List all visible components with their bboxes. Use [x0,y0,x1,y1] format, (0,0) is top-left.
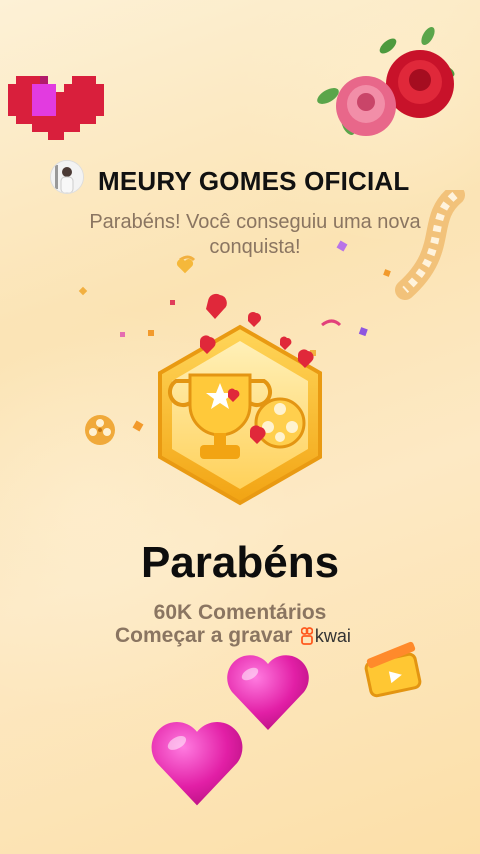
start-recording-label[interactable]: Começar a gravar [115,624,292,647]
kwai-logo: kwai [300,625,351,647]
pixel-heart-icon [8,76,104,140]
rose-bouquet-icon [317,26,455,136]
kwai-brand: kwai [314,625,351,646]
heart-icon [176,259,194,274]
start-recording-row[interactable]: Começar a gravar kwai [115,624,351,650]
avatar[interactable] [50,160,84,194]
heart-icon [151,722,243,806]
clapperboard-icon [364,641,422,698]
kwai-logo-icon [300,627,313,645]
trophy-badge [158,293,322,506]
achievement-stat: 60K Comentários [153,601,327,624]
achievement-title: Parabéns [140,538,340,587]
account-name[interactable]: MEURY GOMES OFICIAL [98,166,409,197]
